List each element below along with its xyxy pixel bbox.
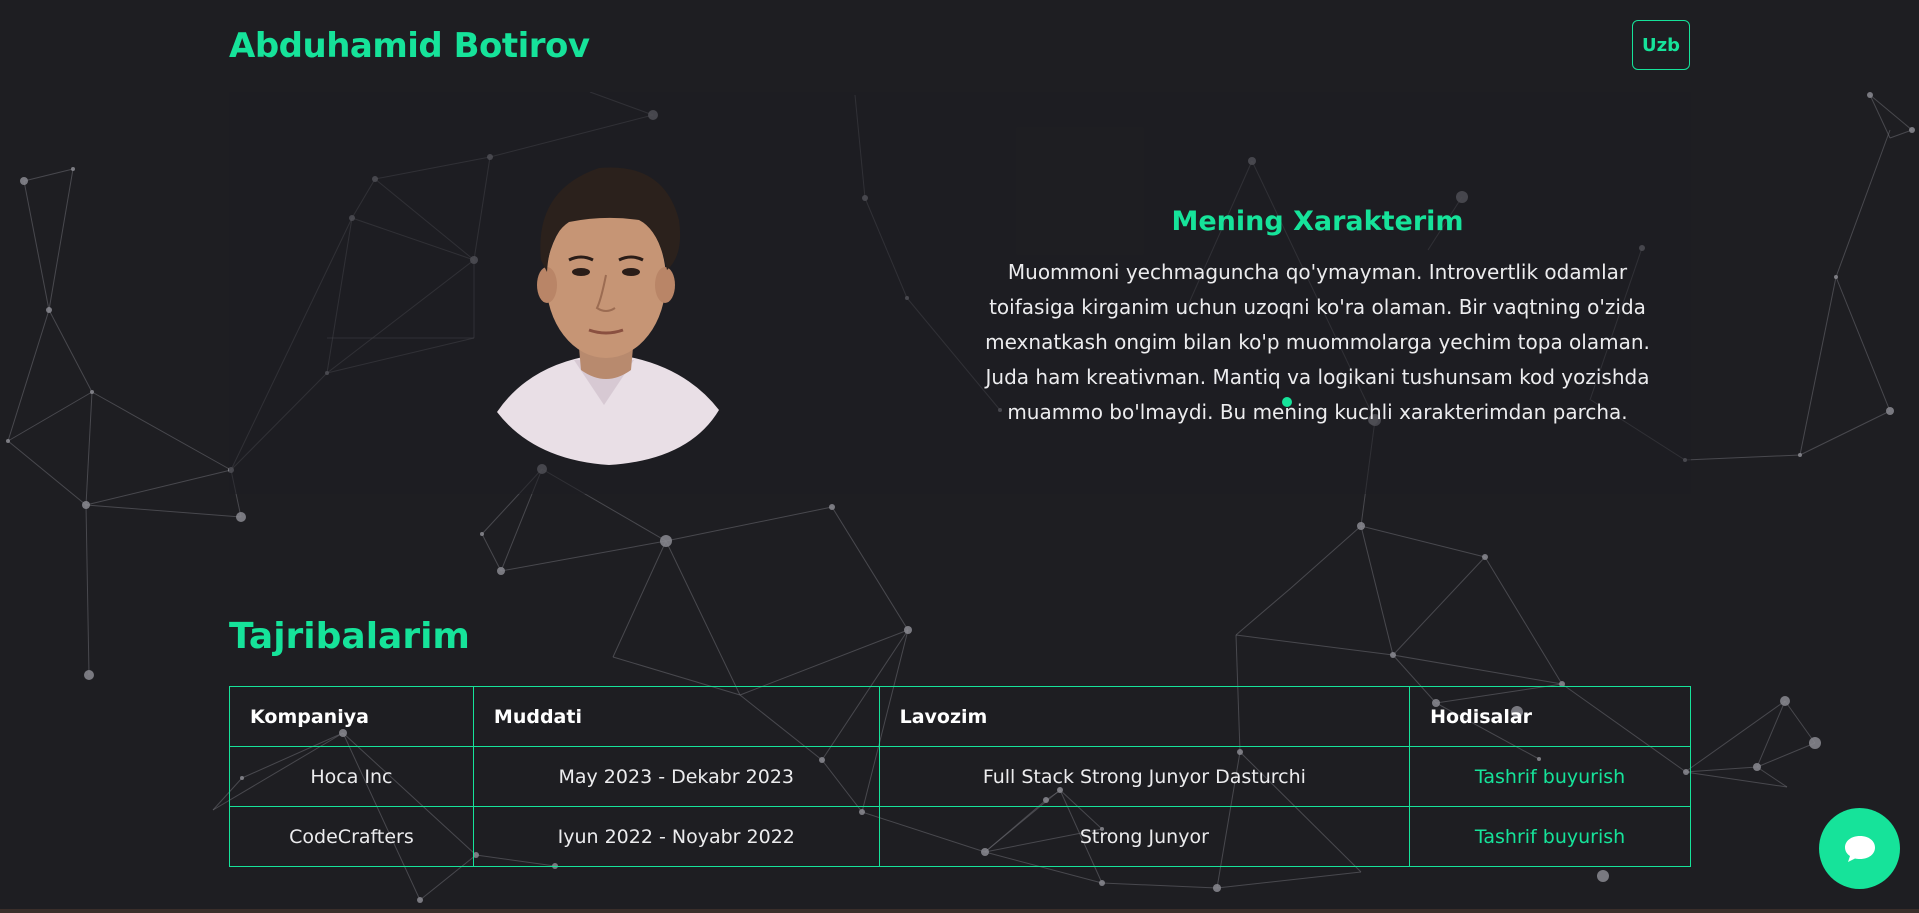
accent-dot xyxy=(1282,397,1292,407)
column-header-position: Lavozim xyxy=(878,686,1411,747)
character-description: Muommoni yechmaguncha qo'ymayman. Introv… xyxy=(985,260,1650,424)
brand-name[interactable]: Abduhamid Botirov xyxy=(229,26,590,66)
table-header-row: Kompaniya Muddati Lavozim Hodisalar xyxy=(229,686,1691,747)
bottom-border xyxy=(0,909,1919,913)
character-title: Mening Xarakterim xyxy=(1171,206,1464,237)
visit-link[interactable]: Tashrif buyurish xyxy=(1475,766,1625,788)
language-button[interactable]: Uzb xyxy=(1632,20,1690,70)
site-header: Abduhamid Botirov Uzb xyxy=(0,0,1919,92)
chat-button[interactable] xyxy=(1819,808,1900,889)
visit-link[interactable]: Tashrif buyurish xyxy=(1475,826,1625,848)
position-cell: Full Stack Strong Junyor Dasturchi xyxy=(878,746,1411,807)
table-row: CodeCrafters Iyun 2022 - Noyabr 2022 Str… xyxy=(229,806,1691,867)
page: Abduhamid Botirov Uzb Mening Xarakterim … xyxy=(0,0,1919,913)
experience-title: Tajribalarim xyxy=(229,616,470,657)
company-cell: Hoca Inc xyxy=(229,746,474,807)
period-cell: Iyun 2022 - Noyabr 2022 xyxy=(472,806,880,867)
column-header-events: Hodisalar xyxy=(1409,686,1691,747)
events-cell: Tashrif buyurish xyxy=(1409,806,1691,867)
period-cell: May 2023 - Dekabr 2023 xyxy=(472,746,880,807)
table-row: Hoca Inc May 2023 - Dekabr 2023 Full Sta… xyxy=(229,746,1691,807)
experience-table: Kompaniya Muddati Lavozim Hodisalar Hoca… xyxy=(229,686,1691,867)
company-cell: CodeCrafters xyxy=(229,806,474,867)
portrait-photo xyxy=(497,167,719,465)
chat-bubble-icon xyxy=(1844,835,1875,862)
position-cell: Strong Junyor xyxy=(878,806,1411,867)
column-header-company: Kompaniya xyxy=(229,686,474,747)
column-header-period: Muddati xyxy=(472,686,880,747)
events-cell: Tashrif buyurish xyxy=(1409,746,1691,807)
